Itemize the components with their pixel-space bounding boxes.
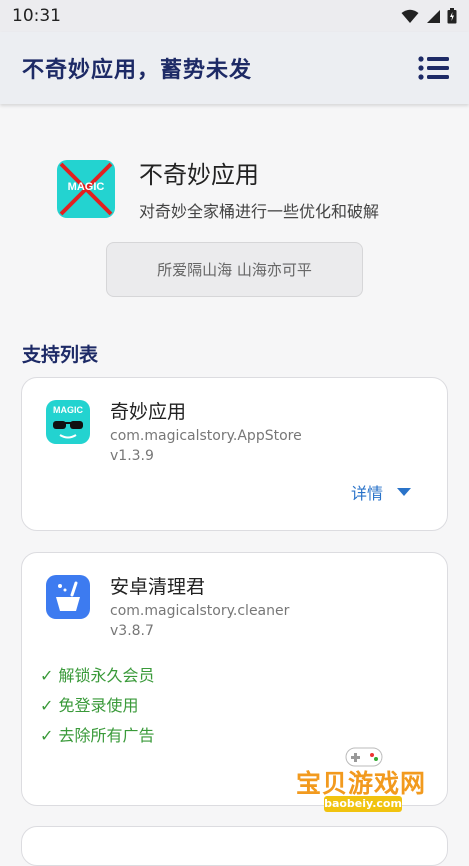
app-bar-title: 不奇妙应用，蓄势未发 (22, 58, 253, 83)
app-package: com.magicalstory.AppStore (110, 428, 302, 444)
app-name: 奇妙应用 (110, 401, 187, 423)
list-menu-icon (418, 56, 449, 80)
details-label: 详情 (350, 484, 383, 503)
app-version: v3.8.7 (110, 623, 154, 639)
wifi-icon (401, 9, 419, 23)
status-time: 10:31 (12, 6, 61, 26)
chevron-down-icon (397, 488, 411, 496)
watermark-logo: 宝贝游戏网 baobeiy.com (296, 744, 436, 819)
broom-cleaner-icon (46, 575, 90, 619)
status-icons (401, 8, 457, 24)
app-logo-icon: MAGIC (57, 159, 115, 218)
app-name: 不奇妙应用 (139, 161, 259, 189)
app-header: MAGIC 不奇妙应用 对奇妙全家桶进行一些优化和破解 (57, 155, 379, 222)
status-bar: 10:31 (0, 0, 469, 32)
app-name: 安卓清理君 (110, 576, 206, 598)
feature-list: ✓ 解锁永久会员 ✓ 免登录使用 ✓ 去除所有广告 (40, 661, 155, 751)
battery-icon (447, 8, 457, 24)
support-list-title: 支持列表 (22, 344, 99, 366)
watermark-url: baobeiy.com (324, 796, 402, 812)
app-version: v1.3.9 (110, 448, 154, 464)
app-card-partial[interactable] (21, 826, 448, 866)
details-toggle[interactable]: 详情 (351, 480, 411, 504)
motto-button[interactable]: 所爱隔山海 山海亦可平 (106, 242, 363, 297)
watermark-text: 宝贝游戏网 (296, 769, 427, 798)
app-description: 对奇妙全家桶进行一些优化和破解 (139, 202, 380, 221)
app-card-magic-store[interactable]: MAGIC 奇妙应用 com.magicalstory.AppStore v1.… (21, 377, 448, 531)
feature-item: ✓ 免登录使用 (40, 696, 139, 715)
app-bar: 不奇妙应用，蓄势未发 (0, 32, 469, 104)
app-logo-text: MAGIC (67, 180, 105, 193)
app-package: com.magicalstory.cleaner (110, 603, 290, 619)
feature-item: ✓ 去除所有广告 (40, 726, 155, 745)
signal-icon (427, 9, 440, 23)
list-menu-button[interactable] (417, 54, 451, 82)
magic-sunglasses-icon: MAGIC (46, 400, 90, 444)
feature-item: ✓ 解锁永久会员 (40, 666, 155, 685)
